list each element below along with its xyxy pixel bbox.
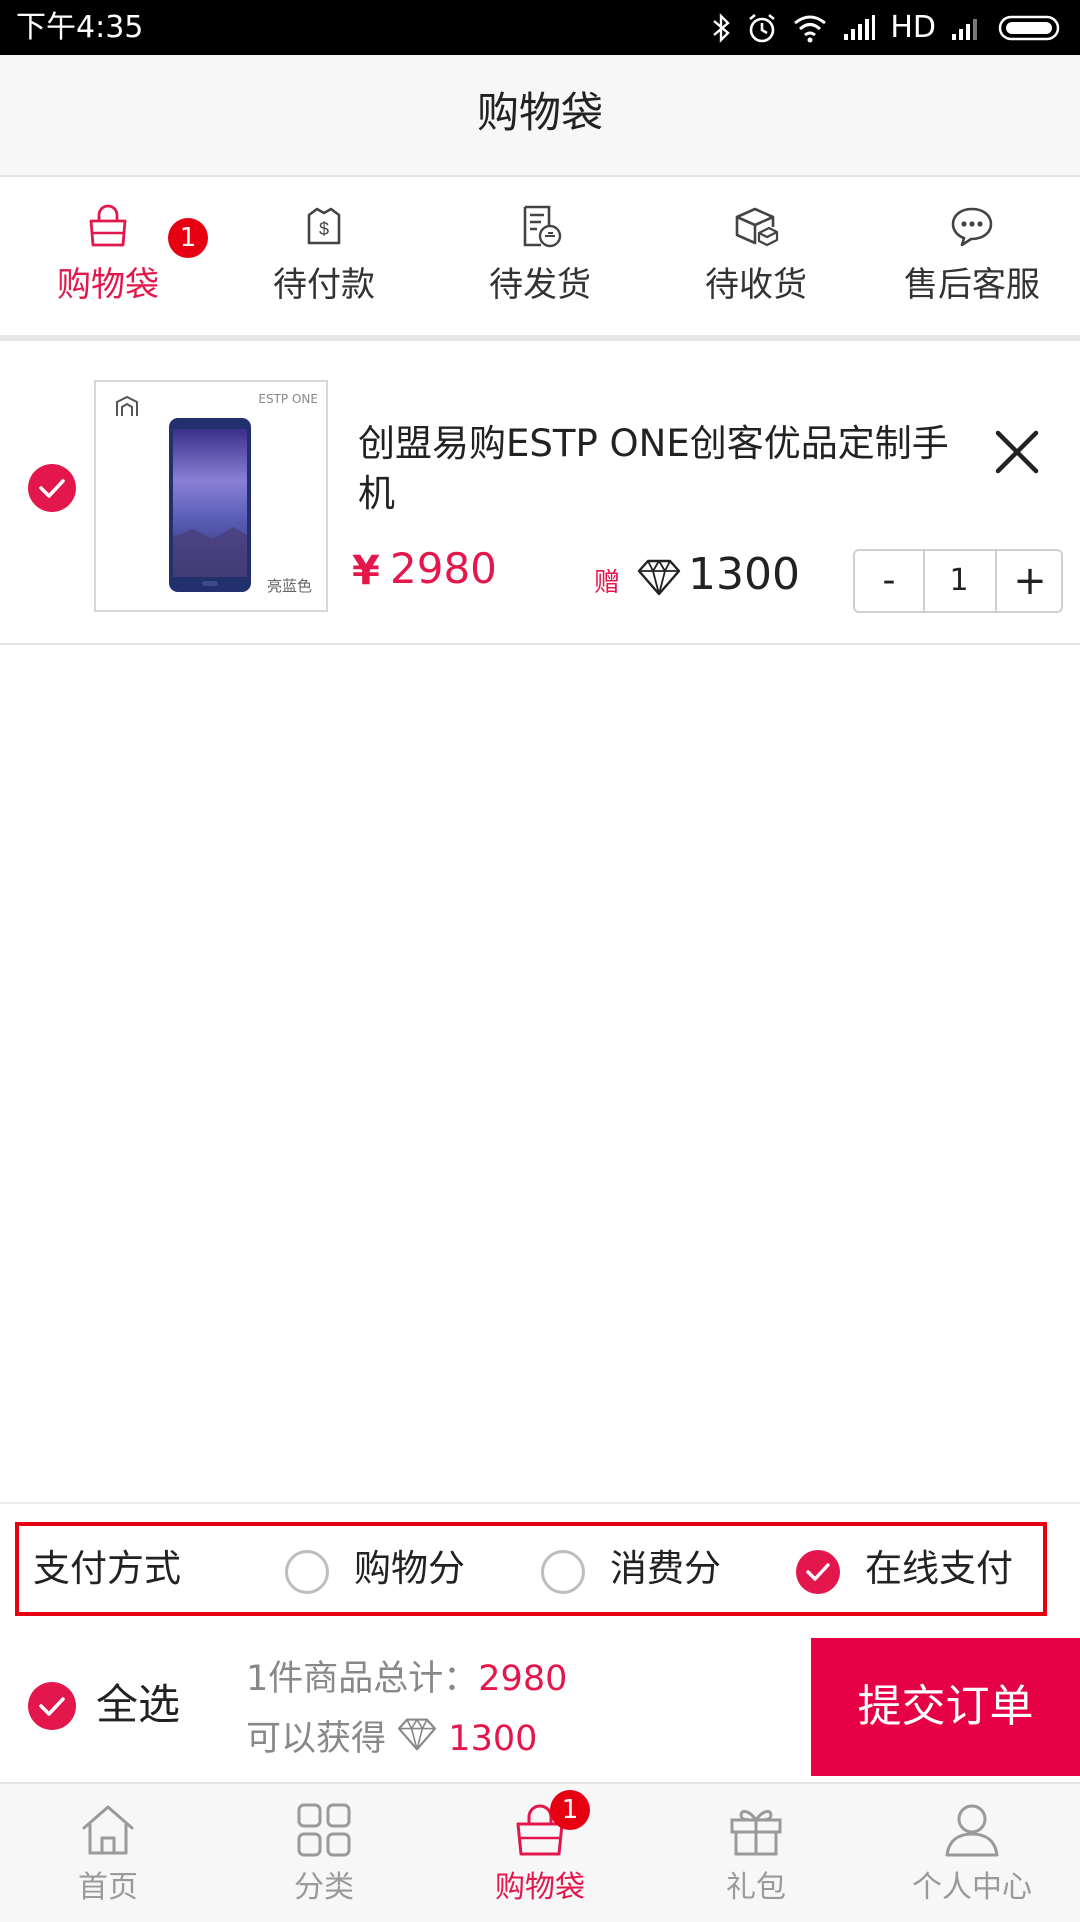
earn-points-summary: 可以获得 1300 (246, 1716, 537, 1762)
bluetooth-icon (713, 13, 731, 43)
svg-text:$: $ (319, 219, 329, 239)
to-receive-icon (735, 207, 779, 247)
nav-shopping-bag[interactable]: 购物袋 (432, 1784, 648, 1922)
network-type: HD (890, 10, 936, 45)
product-title[interactable]: 创盟易购ESTP ONE创客优品定制手机 (358, 419, 978, 519)
check-icon (806, 1563, 830, 1581)
category-grid-icon (297, 1803, 351, 1857)
payment-option-label[interactable]: 消费分 (610, 1546, 721, 1592)
earn-points: 1300 (448, 1719, 538, 1759)
tab-to-ship[interactable]: 待发货 (432, 177, 648, 335)
tab-label: 待收货 (705, 265, 807, 305)
alarm-icon (749, 13, 776, 43)
bottom-nav: 首页 分类 购物袋 礼包 个人中心 (0, 1782, 1080, 1922)
earn-prefix: 可以获得 (246, 1719, 387, 1759)
status-icons: HD (710, 8, 1062, 48)
thumb-color-text: 亮蓝色 (266, 577, 312, 595)
page-title: 购物袋 (476, 88, 603, 137)
order-total-summary: 1件商品总计：2980 (246, 1656, 567, 1702)
status-bar: 下午4:35 HD (0, 0, 1080, 55)
nav-profile[interactable]: 个人中心 (864, 1784, 1080, 1922)
nav-label: 分类 (294, 1870, 354, 1905)
payment-option-label[interactable]: 在线支付 (865, 1546, 1013, 1592)
nav-label: 礼包 (726, 1870, 786, 1905)
nav-home[interactable]: 首页 (0, 1784, 216, 1922)
payment-pending-icon: $ (307, 207, 341, 245)
radio-online-payment[interactable] (796, 1550, 840, 1594)
cart-count-badge: 1 (168, 218, 208, 258)
signal-icon-2 (952, 19, 977, 40)
nav-label: 个人中心 (912, 1870, 1032, 1905)
quantity-increase-button[interactable]: + (995, 551, 1063, 611)
title-bar: 购物袋 (0, 55, 1080, 177)
radio-consumption-points[interactable] (541, 1550, 585, 1594)
to-ship-icon (523, 205, 562, 248)
status-time: 下午4:35 (16, 10, 144, 45)
diamond-icon (637, 559, 681, 596)
item-checkbox[interactable] (28, 464, 76, 512)
submit-order-button[interactable]: 提交订单 (811, 1638, 1080, 1776)
check-icon (39, 479, 65, 498)
phone-image (169, 418, 251, 592)
tab-to-receive[interactable]: 待收货 (648, 177, 864, 335)
select-all-checkbox[interactable] (28, 1682, 76, 1730)
gift-icon (730, 1810, 782, 1856)
divider (0, 1502, 1080, 1504)
cart-item: ESTP ONE 亮蓝色 创盟易购ESTP ONE创客优品定制手机 ¥ 2980… (0, 341, 1080, 645)
tab-label: 待付款 (273, 265, 375, 305)
gift-label: 赠 (594, 568, 621, 598)
price-currency: ¥ (352, 548, 380, 594)
customer-service-icon (951, 207, 993, 247)
payment-option-label[interactable]: 购物分 (354, 1546, 465, 1592)
brand-logo-icon (116, 395, 138, 416)
tab-after-sales[interactable]: 售后客服 (864, 177, 1080, 335)
signal-icon (844, 15, 876, 40)
tab-pending-payment[interactable]: $ 待付款 (216, 177, 432, 335)
check-icon (39, 1697, 65, 1716)
gift-points: 1300 (688, 549, 800, 600)
diamond-icon (398, 1718, 437, 1751)
payment-method-label: 支付方式 (33, 1547, 181, 1590)
battery-icon (998, 15, 1060, 41)
quantity-value[interactable]: 1 (925, 551, 993, 611)
product-image[interactable]: ESTP ONE 亮蓝色 (94, 380, 328, 612)
checkout-bar: 全选 1件商品总计：2980 可以获得 1300 提交订单 (0, 1638, 1080, 1776)
nav-gift[interactable]: 礼包 (648, 1784, 864, 1922)
order-status-tabs: 购物袋 $ 待付款 待发货 待收货 售后客服 (0, 177, 1080, 341)
radio-shopping-points[interactable] (285, 1550, 329, 1594)
quantity-stepper: - 1 + (853, 549, 1063, 613)
wifi-icon (794, 15, 827, 43)
thumb-brand-text: ESTP ONE (258, 392, 318, 406)
nav-label: 购物袋 (495, 1870, 585, 1905)
select-all-label[interactable]: 全选 (96, 1678, 180, 1732)
close-icon[interactable] (992, 427, 1042, 477)
order-total: 2980 (478, 1659, 568, 1699)
home-icon (82, 1805, 134, 1855)
payment-method-row: 支付方式 购物分 消费分 在线支付 (15, 1522, 1047, 1616)
tab-label: 待发货 (489, 265, 591, 305)
tab-label: 购物袋 (57, 265, 159, 305)
product-price: 2980 (390, 544, 497, 593)
user-icon (945, 1804, 999, 1857)
total-prefix: 1件商品总计： (246, 1659, 479, 1699)
quantity-decrease-button[interactable]: - (855, 551, 925, 611)
nav-category[interactable]: 分类 (216, 1784, 432, 1922)
nav-cart-badge: 1 (550, 1790, 590, 1830)
nav-label: 首页 (78, 1870, 138, 1905)
shopping-bag-icon (89, 204, 127, 247)
tab-label: 售后客服 (904, 265, 1040, 305)
